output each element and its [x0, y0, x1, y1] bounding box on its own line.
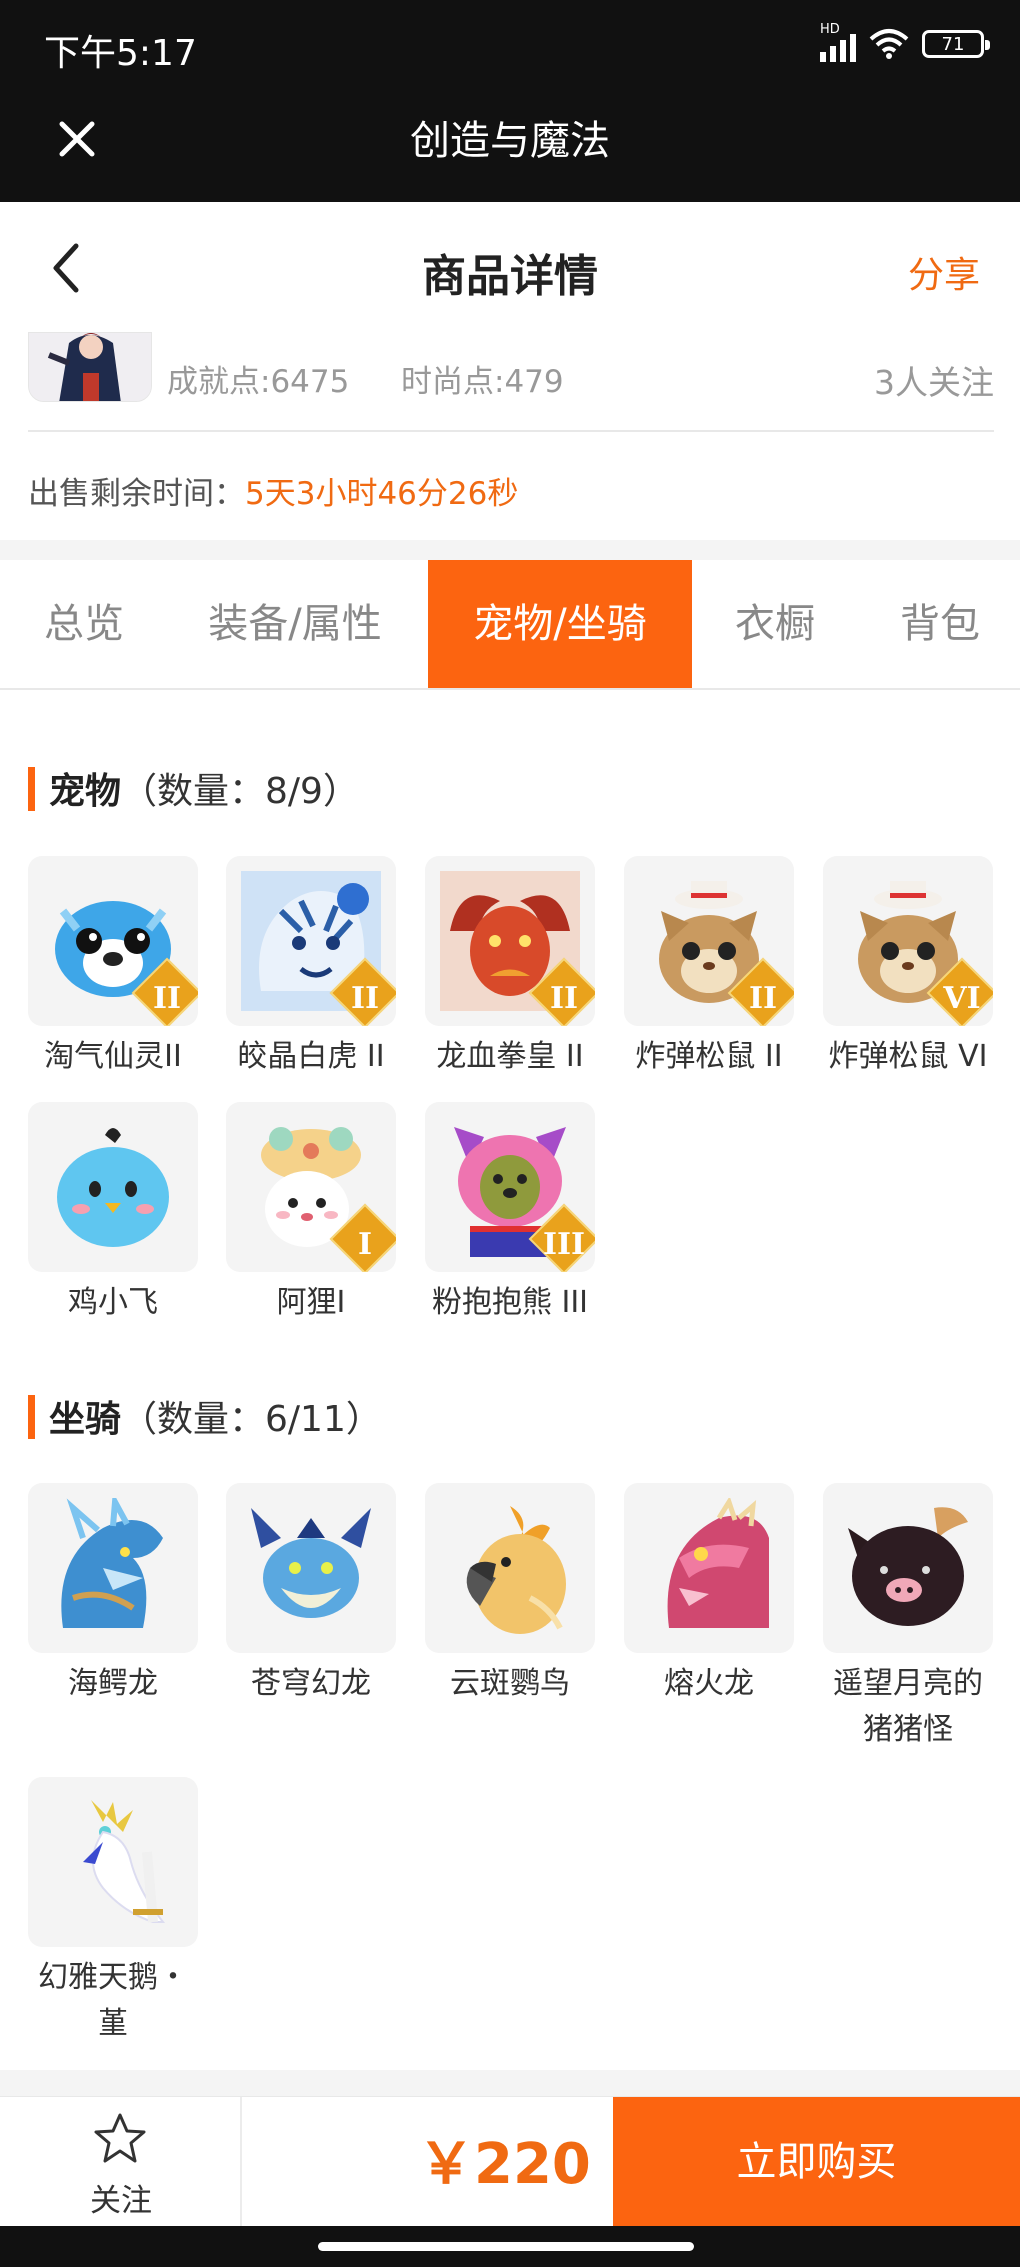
- white-tiger-pet-icon: II: [226, 856, 396, 1026]
- mount-card[interactable]: 苍穹幻龙: [226, 1483, 396, 1707]
- avatar[interactable]: [28, 332, 152, 402]
- signal-icon: HD: [820, 22, 856, 62]
- mount-card[interactable]: 云斑鹦鸟: [425, 1483, 595, 1707]
- wifi-icon: [869, 29, 909, 59]
- rank-label: II: [350, 981, 380, 1016]
- page-header: 商品详情 分享: [0, 202, 1020, 332]
- mount-card[interactable]: 幻雅天鹅・堇: [28, 1777, 198, 2047]
- tab-pets-mounts[interactable]: 宠物/坐骑: [428, 560, 692, 688]
- pet-card[interactable]: III 粉抱抱熊 III: [425, 1102, 595, 1326]
- mount-card[interactable]: 海鳄龙: [28, 1483, 198, 1707]
- sky-dragon-mount-icon: [226, 1483, 396, 1653]
- network-label: HD: [820, 22, 840, 37]
- pet-name: 龙血拳皇 II: [436, 1039, 584, 1074]
- price: ￥220: [418, 2132, 591, 2197]
- mount-name-line: 遥望月亮的: [833, 1666, 983, 1701]
- mount-name-line: 猪猪怪: [863, 1712, 953, 1747]
- pet-name: 粉抱抱熊 III: [431, 1285, 589, 1320]
- status-bar: 下午5:17 HD 71: [0, 0, 1020, 96]
- rank-label: II: [549, 981, 579, 1016]
- achievement-points: 成就点:6475: [167, 364, 350, 400]
- mount-name-line: 堇: [98, 2006, 128, 2041]
- section-gap: [0, 540, 1020, 560]
- fashion-points: 时尚点:479: [401, 364, 564, 400]
- pet-name: 淘气仙灵II: [44, 1039, 182, 1074]
- mount-name: 云斑鹦鸟: [450, 1666, 570, 1701]
- home-indicator[interactable]: [318, 2242, 694, 2251]
- mount-name-line: 幻雅天鹅・: [38, 1960, 188, 1995]
- share-button[interactable]: 分享: [908, 246, 980, 298]
- parrot-mount-icon: [425, 1483, 595, 1653]
- blue-chick-pet-icon: [28, 1102, 198, 1272]
- buy-now-button[interactable]: 立即购买: [613, 2097, 1020, 2227]
- pet-card[interactable]: VI 炸弹松鼠 VI: [823, 856, 993, 1080]
- followers-count: 3人关注: [874, 363, 994, 402]
- status-time: 下午5:17: [44, 33, 197, 74]
- tab-overview[interactable]: 总览: [10, 560, 158, 688]
- mounts-count: （数量：6/11）: [121, 1399, 382, 1440]
- pet-card[interactable]: II 皎晶白虎 II: [226, 856, 396, 1080]
- pet-card[interactable]: II 炸弹松鼠 II: [624, 856, 794, 1080]
- mounts-heading: 坐骑: [49, 1399, 122, 1440]
- sale-timer: 出售剩余时间：5天3小时46分26秒: [28, 468, 518, 513]
- pets-section-title: 宠物（数量：8/9）: [28, 762, 359, 815]
- squirrel-pet-icon: VI: [823, 856, 993, 1026]
- battery-icon: 71: [922, 30, 990, 58]
- mount-card[interactable]: 熔火龙: [624, 1483, 794, 1707]
- pet-name: 鸡小飞: [68, 1285, 158, 1320]
- ram-dragon-pet-icon: II: [425, 856, 595, 1026]
- mount-name: 苍穹幻龙: [251, 1666, 371, 1701]
- pet-card[interactable]: I 阿狸I: [226, 1102, 396, 1326]
- tab-wardrobe[interactable]: 衣橱: [710, 560, 840, 688]
- pet-card[interactable]: II 淘气仙灵II: [28, 856, 198, 1080]
- fire-dragon-mount-icon: [624, 1483, 794, 1653]
- section-gap: [0, 2070, 1020, 2096]
- sale-timer-label: 出售剩余时间：: [28, 476, 245, 512]
- system-nav-bar: [0, 2226, 1020, 2267]
- rank-label: II: [152, 981, 182, 1016]
- pet-card[interactable]: II 龙血拳皇 II: [425, 856, 595, 1080]
- tab-bar: 总览 装备/属性 宠物/坐骑 衣橱 背包: [0, 560, 1020, 690]
- rank-label: VI: [943, 981, 981, 1016]
- pet-name: 炸弹松鼠 II: [635, 1039, 783, 1074]
- swan-mount-icon: [28, 1777, 198, 1947]
- mounts-section-title: 坐骑（数量：6/11）: [28, 1390, 382, 1443]
- pets-heading: 宠物: [49, 771, 122, 812]
- follow-label: 关注: [90, 2183, 152, 2219]
- pet-card[interactable]: 鸡小飞: [28, 1102, 198, 1326]
- pig-mount-icon: [823, 1483, 993, 1653]
- squirrel-pet-icon: II: [624, 856, 794, 1026]
- status-icons: HD 71: [820, 22, 990, 62]
- sea-dragon-mount-icon: [28, 1483, 198, 1653]
- seller-info: 成就点:6475 时尚点:479 3人关注 出售剩余时间：5天3小时46分26秒: [0, 332, 1020, 532]
- blue-dog-pet-icon: II: [28, 856, 198, 1026]
- mount-name: 海鳄龙: [68, 1666, 158, 1701]
- battery-level: 71: [941, 33, 965, 55]
- divider: [28, 430, 994, 432]
- mount-name: 熔火龙: [664, 1666, 754, 1701]
- rank-label: III: [542, 1227, 586, 1262]
- pet-name: 阿狸I: [276, 1285, 346, 1320]
- tab-equipment[interactable]: 装备/属性: [190, 560, 400, 688]
- pets-count: （数量：8/9）: [121, 771, 359, 812]
- mount-card[interactable]: 遥望月亮的 猪猪怪: [823, 1483, 993, 1753]
- follow-button[interactable]: 关注: [0, 2097, 242, 2227]
- mount-name: 幻雅天鹅・堇: [13, 1955, 213, 2047]
- tab-backpack[interactable]: 背包: [870, 560, 1010, 688]
- mount-name: 遥望月亮的 猪猪怪: [808, 1661, 1008, 1753]
- rank-label: I: [357, 1227, 373, 1262]
- app-title: 创造与魔法: [410, 118, 610, 164]
- cat-doll-pet-icon: I: [226, 1102, 396, 1272]
- bottom-action-bar: 关注 ￥220 立即购买: [0, 2096, 1020, 2227]
- pet-name: 皎晶白虎 II: [237, 1039, 385, 1074]
- page-title: 商品详情: [422, 251, 598, 302]
- star-icon: [94, 2113, 146, 2163]
- pink-bear-pet-icon: III: [425, 1102, 595, 1272]
- sale-timer-value: 5天3小时46分26秒: [245, 476, 519, 512]
- pet-name: 炸弹松鼠 VI: [828, 1039, 988, 1074]
- app-bar: 创造与魔法: [0, 96, 1020, 202]
- rank-label: II: [748, 981, 778, 1016]
